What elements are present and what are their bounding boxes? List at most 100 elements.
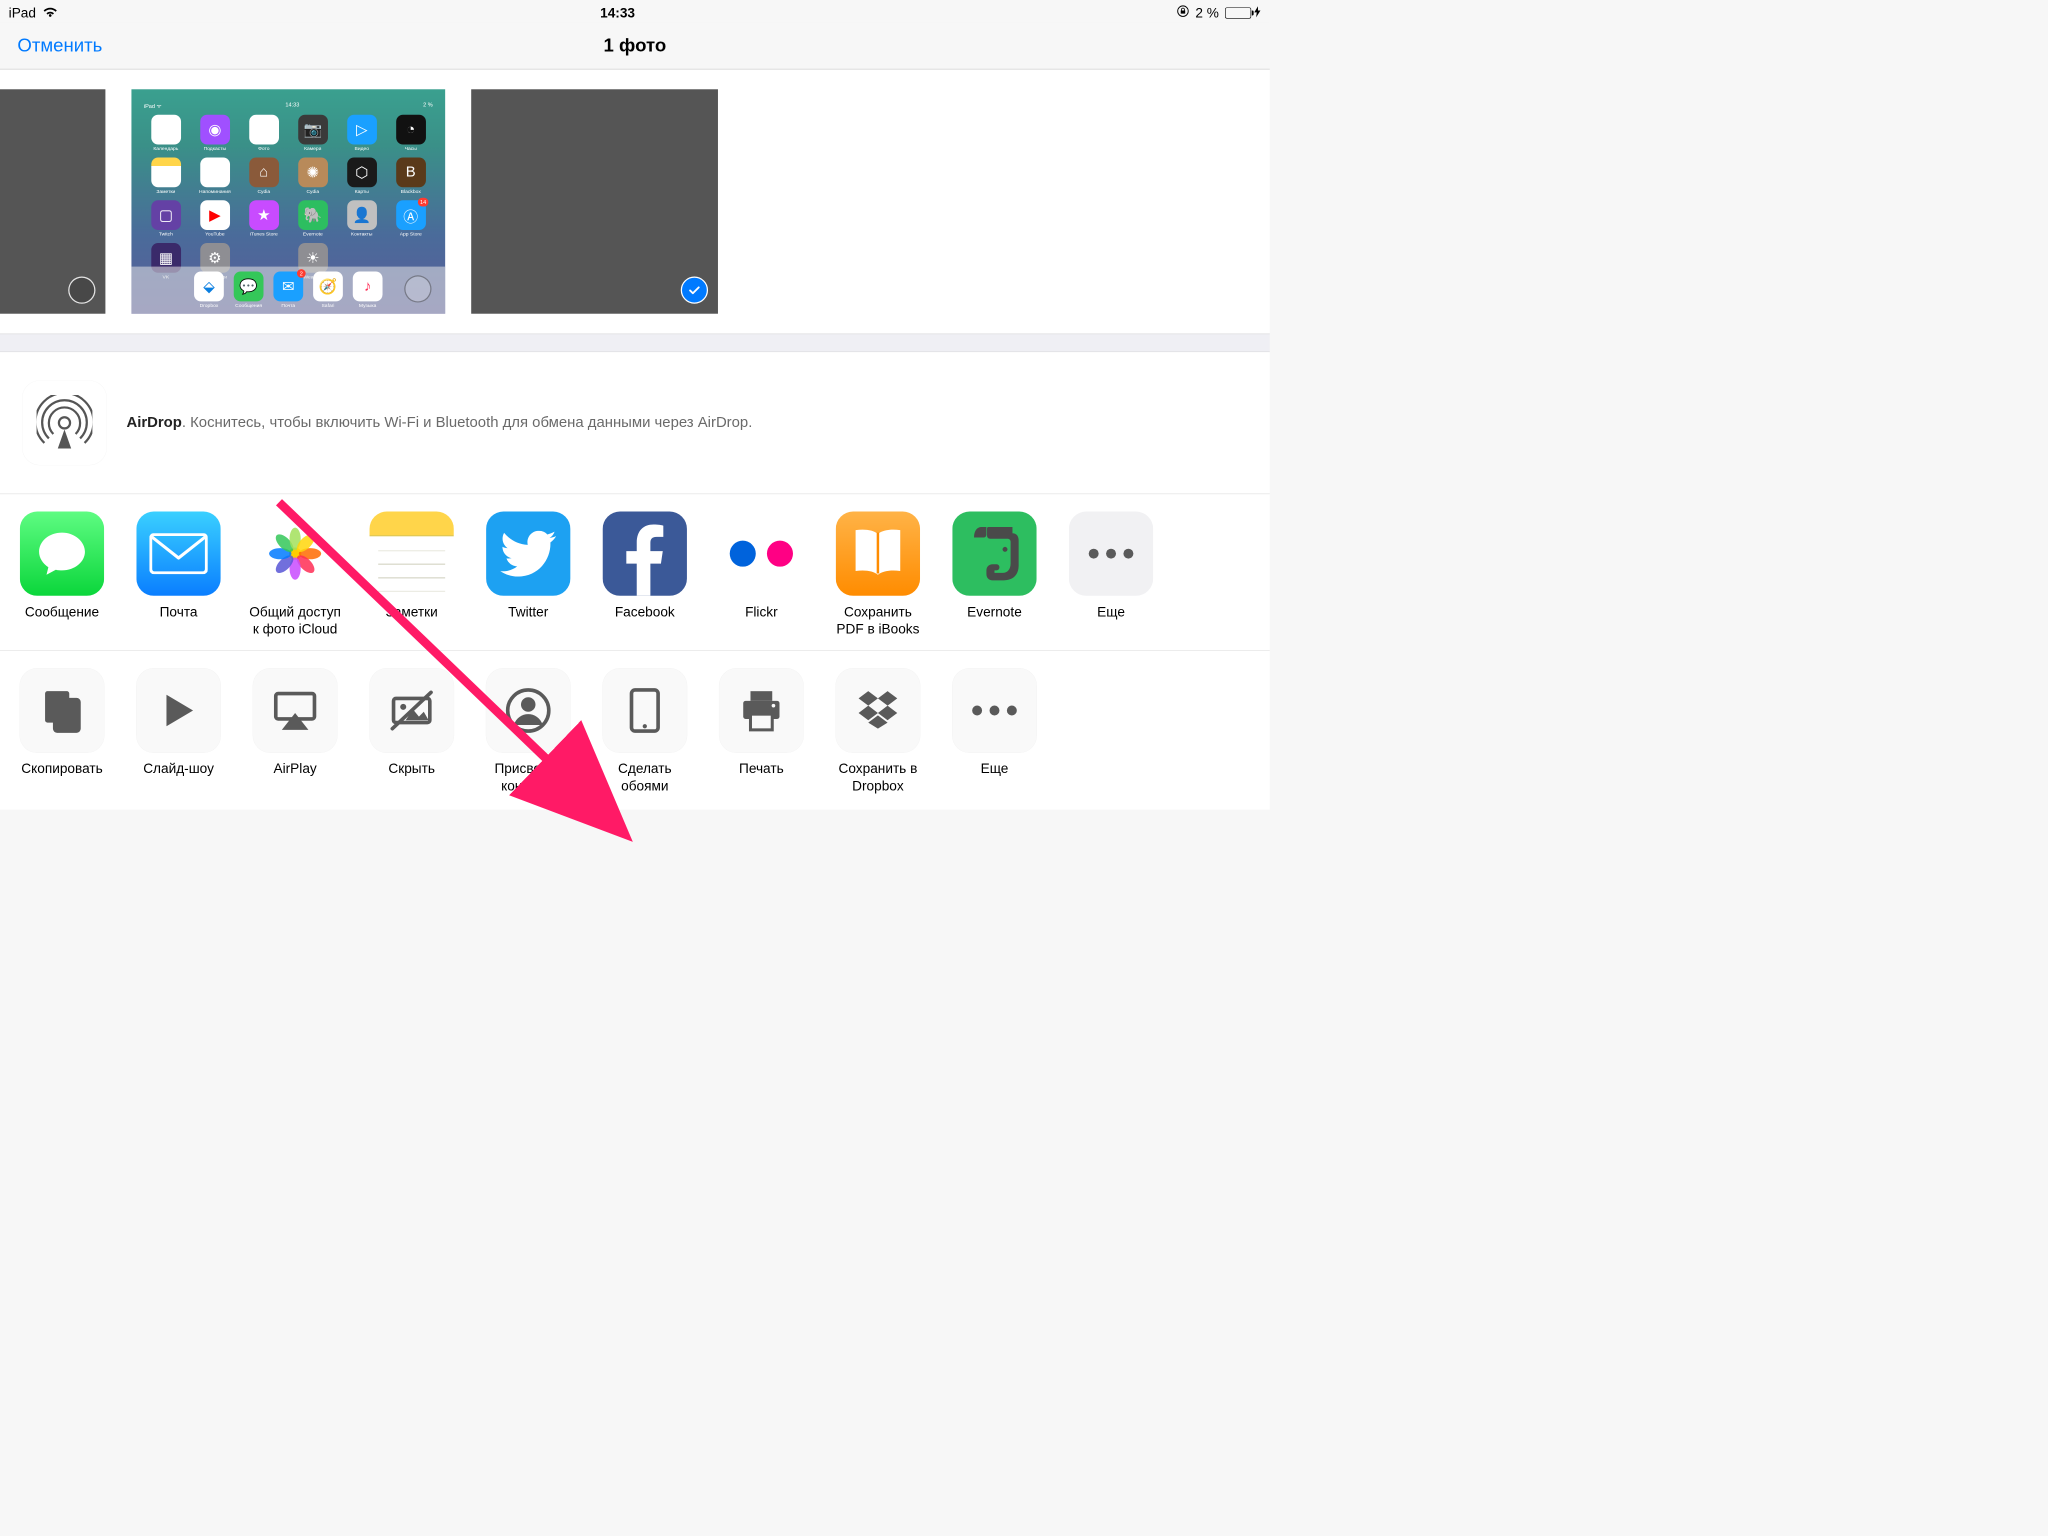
share-label: Общий доступ к фото iCloud	[249, 603, 341, 638]
share-label: Flickr	[745, 603, 778, 638]
app-7: ≣Напоминания	[195, 157, 234, 194]
dock-app-0: ⬙Dropbox	[194, 272, 224, 309]
share-label: Сообщение	[25, 603, 99, 638]
action-print[interactable]: Печать	[715, 668, 807, 794]
action-slideshow[interactable]: Слайд-шоу	[133, 668, 225, 794]
evernote-icon	[952, 512, 1036, 596]
app-3: 📷Камера	[293, 115, 332, 152]
action-airplay[interactable]: AirPlay	[249, 668, 341, 794]
share-label: Еще	[1097, 603, 1125, 638]
app-9: ✺Cydia	[293, 157, 332, 194]
share-mail[interactable]: Почта	[133, 512, 225, 638]
photo-thumb-current[interactable]: iPad ᯤ 14:33 2 % 25Календарь◉Подкасты✿Фо…	[131, 89, 445, 313]
share-label: Заметки	[386, 603, 438, 638]
action-wallpaper[interactable]: Сделать обоями	[599, 668, 691, 794]
airdrop-description: AirDrop. Коснитесь, чтобы включить Wi-Fi…	[126, 412, 752, 433]
selection-circle-icon[interactable]	[68, 277, 95, 304]
airdrop-icon	[22, 381, 106, 465]
cancel-button[interactable]: Отменить	[17, 35, 102, 56]
share-more[interactable]: Еще	[1065, 512, 1157, 638]
action-more[interactable]: Еще	[949, 668, 1041, 794]
share-label: Evernote	[967, 603, 1022, 638]
app-8: ⌂Cydia	[244, 157, 283, 194]
share-apps-scroller[interactable]: Сообщение Почта Общий доступ к фото iCloud…	[10, 512, 1260, 638]
copy-icon	[20, 668, 104, 752]
airdrop-body: . Коснитесь, чтобы включить Wi-Fi и Blue…	[182, 414, 752, 431]
section-separator	[0, 334, 1270, 353]
app-16: 👤Контакты	[342, 200, 381, 237]
share-apps-row: Сообщение Почта Общий доступ к фото iCloud…	[0, 494, 1270, 651]
orientation-lock-icon	[1177, 5, 1189, 21]
contact-icon	[486, 668, 570, 752]
page-title: 1 фото	[604, 35, 667, 56]
app-0: 25Календарь	[146, 115, 185, 152]
mini-status-right: 2 %	[423, 102, 433, 110]
more-icon	[1069, 512, 1153, 596]
app-10: ⬡Карты	[342, 157, 381, 194]
action-contact[interactable]: Присвоить контакту	[482, 668, 574, 794]
dock-app-4: ♪Музыка	[353, 272, 383, 309]
app-17: Ⓐ14App Store	[391, 200, 430, 237]
battery-icon	[1225, 5, 1261, 21]
slideshow-icon	[136, 668, 220, 752]
selection-checkmark-icon[interactable]	[681, 277, 708, 304]
notes-icon	[370, 512, 454, 596]
app-11: BBlackbox	[391, 157, 430, 194]
dock: ⬙Dropbox💬Сообщения✉2Почта🧭Safari♪Музыка	[131, 267, 445, 314]
actions-row: Скопировать Слайд-шоу AirPlay Скрыть Присвои…	[0, 651, 1270, 810]
action-label: Присвоить контакту	[482, 760, 574, 795]
actions-scroller[interactable]: Скопировать Слайд-шоу AirPlay Скрыть Присвои…	[10, 668, 1260, 794]
share-label: Сохранить PDF в iBooks	[832, 603, 924, 638]
twitter-icon	[486, 512, 570, 596]
device-label: iPad	[9, 5, 36, 21]
action-label: AirPlay	[274, 760, 317, 795]
dropbox-icon	[836, 668, 920, 752]
share-message[interactable]: Сообщение	[16, 512, 108, 638]
mini-status-time: 14:33	[285, 102, 299, 110]
wifi-icon	[42, 5, 58, 21]
action-label: Сделать обоями	[599, 760, 691, 795]
share-label: Facebook	[615, 603, 675, 638]
share-label: Почта	[160, 603, 198, 638]
nav-bar: Отменить 1 фото	[0, 22, 1270, 69]
app-5: ◔Часы	[391, 115, 430, 152]
share-twitter[interactable]: Twitter	[482, 512, 574, 638]
action-dropbox[interactable]: Сохранить в Dropbox	[832, 668, 924, 794]
app-15: 🐘Evernote	[293, 200, 332, 237]
share-flickr[interactable]: Flickr	[715, 512, 807, 638]
action-hide[interactable]: Скрыть	[366, 668, 458, 794]
app-13: ▶YouTube	[195, 200, 234, 237]
icloud-icon	[253, 512, 337, 596]
app-1: ◉Подкасты	[195, 115, 234, 152]
photo-thumb-next[interactable]	[471, 89, 718, 313]
app-12: ▢Twitch	[146, 200, 185, 237]
action-copy[interactable]: Скопировать	[16, 668, 108, 794]
wallpaper-icon	[603, 668, 687, 752]
message-icon	[20, 512, 104, 596]
photo-selection-strip[interactable]: iPad ᯤ 14:33 2 % 25Календарь◉Подкасты✿Фо…	[0, 69, 1270, 333]
action-label: Сохранить в Dropbox	[832, 760, 924, 795]
hide-icon	[370, 668, 454, 752]
app-14: ★iTunes Store	[244, 200, 283, 237]
airdrop-row[interactable]: AirDrop. Коснитесь, чтобы включить Wi-Fi…	[0, 352, 1270, 493]
status-bar: iPad 14:33 2 %	[0, 0, 1270, 22]
photo-thumb-prev[interactable]	[0, 89, 105, 313]
selection-circle-icon[interactable]	[404, 275, 431, 302]
flickr-icon	[719, 512, 803, 596]
mail-icon	[136, 512, 220, 596]
more-icon	[952, 668, 1036, 752]
print-icon	[719, 668, 803, 752]
share-notes[interactable]: Заметки	[366, 512, 458, 638]
share-icloud[interactable]: Общий доступ к фото iCloud	[249, 512, 341, 638]
app-6: ▭Заметки	[146, 157, 185, 194]
share-evernote[interactable]: Evernote	[949, 512, 1041, 638]
dock-app-3: 🧭Safari	[313, 272, 343, 309]
app-2: ✿Фото	[244, 115, 283, 152]
dock-app-2: ✉2Почта	[273, 272, 303, 309]
share-facebook[interactable]: Facebook	[599, 512, 691, 638]
app-4: ▷Видео	[342, 115, 381, 152]
facebook-icon	[603, 512, 687, 596]
ibooks-icon	[836, 512, 920, 596]
action-label: Печать	[739, 760, 784, 795]
share-ibooks[interactable]: Сохранить PDF в iBooks	[832, 512, 924, 638]
